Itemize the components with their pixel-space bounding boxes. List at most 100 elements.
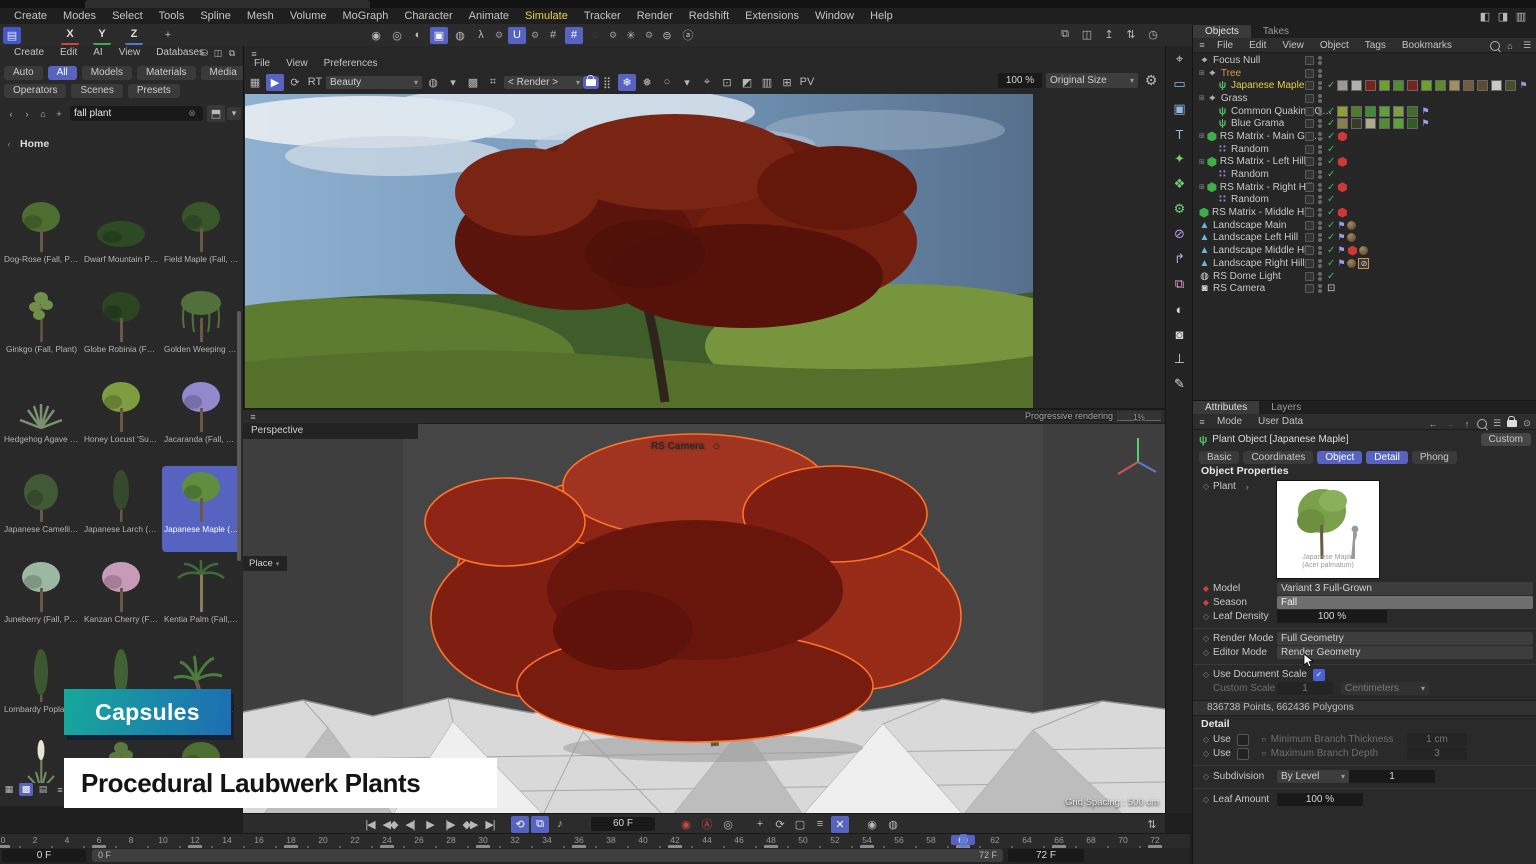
- enabled-check-icon[interactable]: ✓: [1327, 271, 1335, 282]
- frame-tick[interactable]: 36: [567, 835, 591, 845]
- object-row[interactable]: RS Matrix - Middle Hill✓: [1193, 206, 1536, 219]
- object-label[interactable]: Landscape Main: [1213, 220, 1286, 231]
- disabled-tag[interactable]: ⊘: [1358, 258, 1369, 269]
- library-icon[interactable]: ⬒: [207, 105, 225, 122]
- enabled-check-icon[interactable]: ✓: [1327, 131, 1335, 142]
- expand-icon[interactable]: ⊞: [1199, 158, 1205, 166]
- axis-z-button[interactable]: Z: [125, 26, 143, 45]
- visibility-dots[interactable]: [1318, 145, 1322, 154]
- layer-chip[interactable]: [1305, 132, 1314, 141]
- object-row[interactable]: ψJapanese Maple✓⚑: [1193, 79, 1536, 92]
- render-mode-dropdown[interactable]: Full Geometry: [1277, 632, 1533, 645]
- subdivision-field[interactable]: 1: [1349, 770, 1435, 783]
- om-search-icon[interactable]: [1490, 41, 1500, 51]
- key-position-icon[interactable]: +: [751, 816, 769, 833]
- visibility-dots[interactable]: [1318, 284, 1322, 293]
- render-view-icon[interactable]: ◉: [367, 27, 385, 44]
- zoom-value-field[interactable]: 100 %: [998, 73, 1042, 88]
- simulation-scene-icon-gear[interactable]: ⚙: [493, 27, 505, 44]
- window-tab[interactable]: [85, 0, 370, 8]
- world-axis-icon[interactable]: +: [159, 27, 177, 44]
- keyframe-dot-model[interactable]: ◆: [1201, 584, 1211, 593]
- material-swatch[interactable]: [1491, 80, 1502, 91]
- material-swatch[interactable]: [1393, 80, 1404, 91]
- frame-tick[interactable]: 56: [887, 835, 911, 845]
- object-row[interactable]: ∷Random✓: [1193, 168, 1536, 181]
- layer-chip[interactable]: [1305, 107, 1314, 116]
- redshift-tag[interactable]: [1347, 246, 1357, 256]
- tab-attributes[interactable]: Attributes: [1193, 401, 1259, 414]
- visibility-dots[interactable]: [1318, 195, 1322, 204]
- snap-icon-gear[interactable]: ⚙: [529, 27, 541, 44]
- frame-tick[interactable]: 44: [695, 835, 719, 845]
- material-swatch[interactable]: [1351, 106, 1362, 117]
- layer-chip[interactable]: [1305, 208, 1314, 217]
- object-row[interactable]: ⊞⌖Tree: [1193, 67, 1536, 80]
- guide-icon[interactable]: ↱: [1168, 247, 1192, 271]
- plant-card[interactable]: Kentia Palm (Fall, Plant): [162, 556, 241, 642]
- plant-card[interactable]: Dog-Rose (Fall, Plant): [2, 196, 81, 282]
- frame-tick[interactable]: 8: [119, 835, 143, 845]
- frame-tick[interactable]: 0: [0, 835, 15, 845]
- plant-card[interactable]: Ginkgo (Fall, Plant): [2, 286, 81, 372]
- attr-tab-coordinates[interactable]: Coordinates: [1243, 451, 1313, 464]
- frame-tick[interactable]: 4: [55, 835, 79, 845]
- focus-b-icon[interactable]: ⊡: [718, 74, 736, 91]
- quantize-icon[interactable]: #: [565, 27, 583, 44]
- material-swatch[interactable]: [1435, 80, 1446, 91]
- layer-chip[interactable]: [1305, 246, 1314, 255]
- layer-chip[interactable]: [1305, 233, 1314, 242]
- layer-chip[interactable]: [1305, 81, 1314, 90]
- asset-menu-icon[interactable]: ⓐ: [679, 27, 697, 44]
- back-icon[interactable]: ‹: [4, 107, 18, 120]
- object-row[interactable]: ⊞⌖Grass: [1193, 92, 1536, 105]
- layer-chip[interactable]: [1305, 145, 1314, 154]
- layer-chip[interactable]: [1305, 284, 1314, 293]
- record-keyframe-icon[interactable]: ◉: [677, 816, 695, 833]
- grid-icon[interactable]: #: [544, 27, 562, 44]
- plant-card[interactable]: Japanese Maple (Fall, ...: [162, 466, 241, 552]
- attr-user-data-menu[interactable]: User Data: [1250, 416, 1311, 427]
- annotation-flag-tag[interactable]: ⚑: [1519, 80, 1527, 91]
- annotation-flag-tag[interactable]: ⚑: [1421, 106, 1429, 117]
- plant-card[interactable]: Japanese Camellia (Fal...: [2, 466, 81, 552]
- filter-tab-operators[interactable]: Operators: [4, 84, 66, 98]
- annotation-flag-tag[interactable]: ⚑: [1421, 118, 1429, 129]
- object-label[interactable]: Focus Null: [1213, 55, 1260, 66]
- frame-tick[interactable]: 18: [279, 835, 303, 845]
- play-icon[interactable]: ▶: [266, 74, 284, 91]
- prev-frame-icon[interactable]: ◀|: [401, 816, 419, 833]
- expand-icon[interactable]: ⊞: [1199, 69, 1205, 77]
- ab-grid-icon[interactable]: ⣿: [598, 74, 616, 91]
- object-label[interactable]: Landscape Middle Hill: [1213, 245, 1311, 256]
- floor-icon[interactable]: ⊥: [1168, 347, 1192, 371]
- keyframe-dot-season[interactable]: ◆: [1201, 598, 1211, 607]
- timeline-ruler[interactable]: 0246810121416182022242628303234363840424…: [0, 833, 1190, 849]
- enabled-check-icon[interactable]: ✓: [1327, 80, 1335, 91]
- frame-tick[interactable]: 72: [1143, 835, 1167, 845]
- snap-icon[interactable]: U: [508, 27, 526, 44]
- search-input[interactable]: fall plant ⊗: [70, 106, 203, 121]
- visibility-dots[interactable]: [1318, 94, 1322, 103]
- attr-panel-menu-icon[interactable]: ≡: [1195, 415, 1209, 428]
- frame-tick[interactable]: 20: [311, 835, 335, 845]
- frame-tick[interactable]: 10: [151, 835, 175, 845]
- key-pla-icon[interactable]: ✕: [831, 816, 849, 833]
- material-tag[interactable]: [1347, 221, 1356, 230]
- visibility-dots[interactable]: [1318, 157, 1322, 166]
- viewport-label[interactable]: Perspective: [243, 423, 418, 439]
- sound-icon[interactable]: ♪: [551, 816, 569, 833]
- modeling-settings-icon-gear[interactable]: ⚙: [607, 27, 619, 44]
- frame-tick[interactable]: 38: [599, 835, 623, 845]
- menu-item-redshift[interactable]: Redshift: [681, 10, 737, 22]
- place-tool-label[interactable]: Place▾: [243, 556, 287, 571]
- expand-icon[interactable]: ⊞: [1199, 94, 1205, 102]
- object-row[interactable]: ▲Landscape Middle Hill✓⚑: [1193, 244, 1536, 257]
- visibility-dots[interactable]: [1318, 208, 1322, 217]
- capsule-icon[interactable]: ❖: [1168, 172, 1192, 196]
- null-object-icon[interactable]: ⌖: [1168, 47, 1192, 71]
- pv-icon[interactable]: PV: [798, 74, 816, 91]
- breadcrumb[interactable]: Home: [20, 138, 49, 150]
- editor-mode-dropdown[interactable]: Render Geometry: [1277, 646, 1533, 659]
- layer-chip[interactable]: [1305, 56, 1314, 65]
